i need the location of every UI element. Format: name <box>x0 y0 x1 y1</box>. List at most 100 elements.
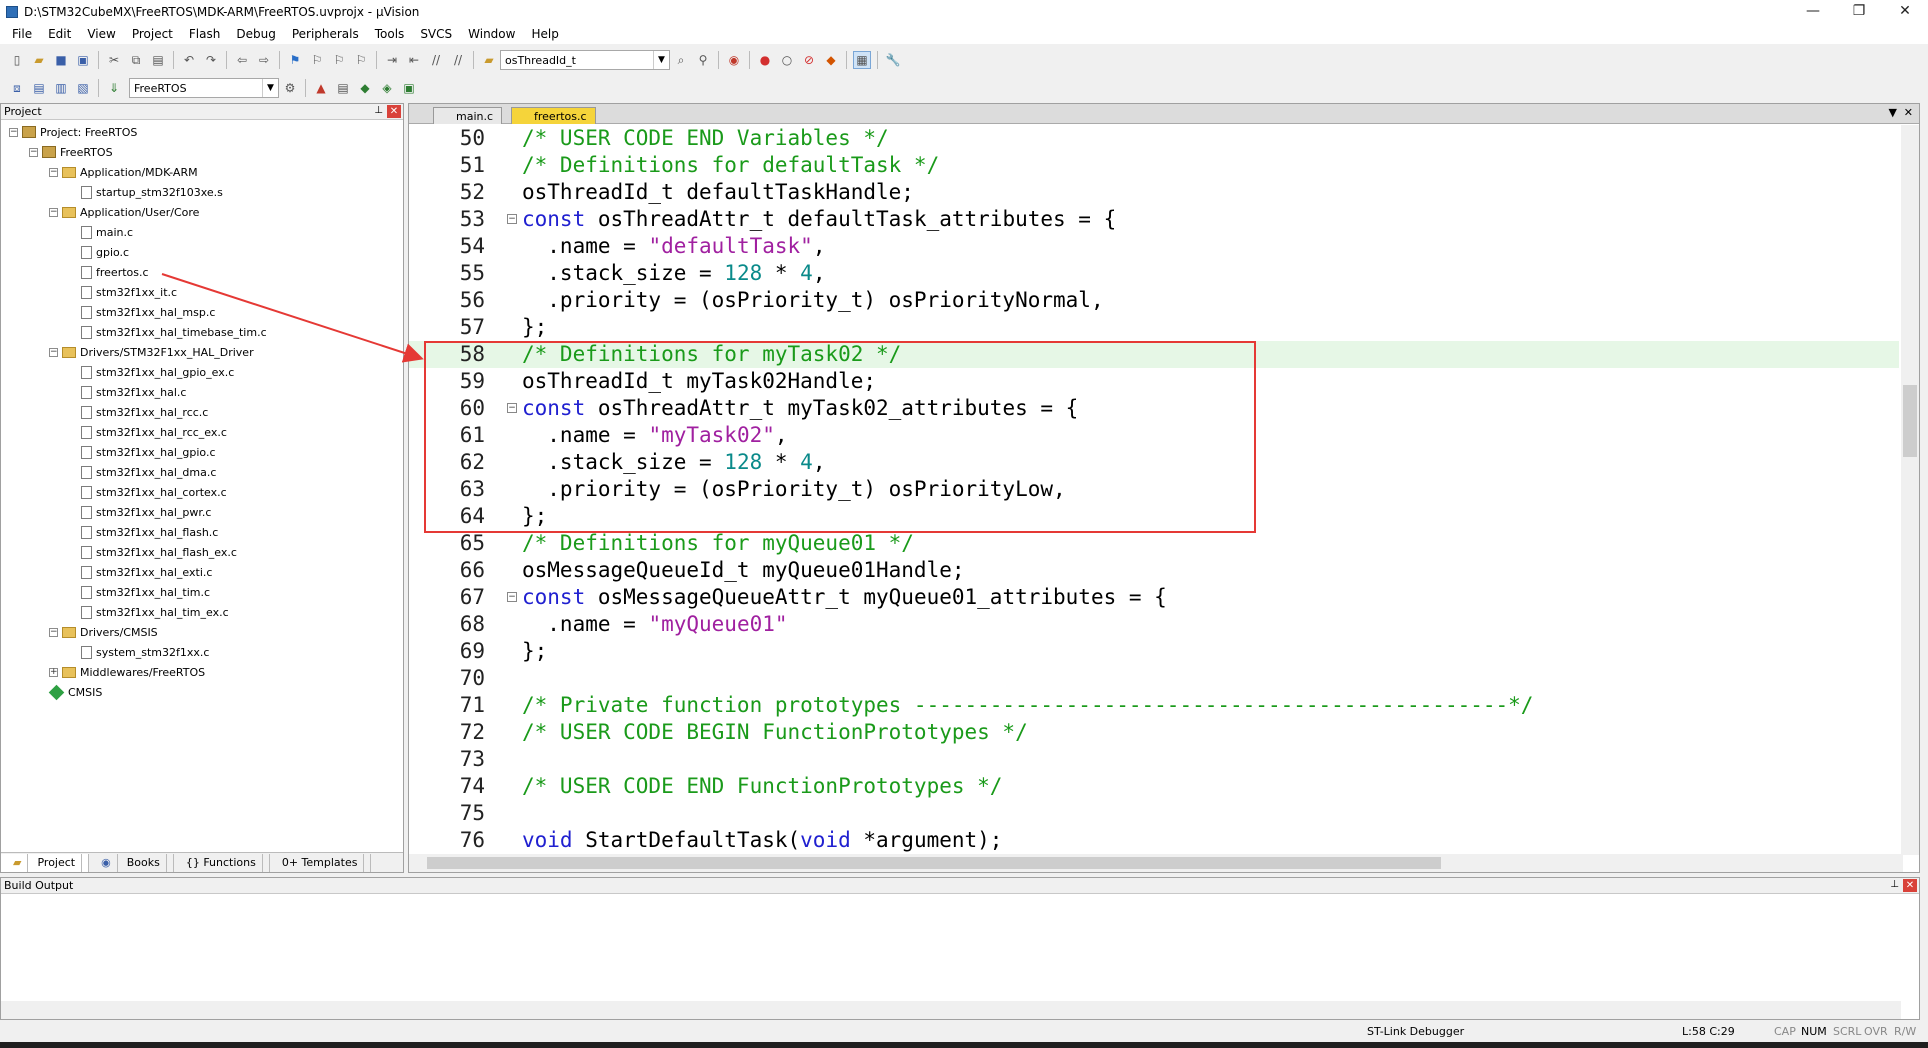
disable-breakpoint-icon[interactable]: ○ <box>778 51 796 69</box>
manage-components-icon[interactable]: ▲ <box>312 79 330 97</box>
tree-file-item[interactable]: stm32f1xx_hal_flash_ex.c <box>67 542 237 562</box>
menu-svcs[interactable]: SVCS <box>412 27 460 41</box>
bookmark-prev-icon[interactable]: ⚐ <box>308 51 326 69</box>
tree-file-item[interactable]: system_stm32f1xx.c <box>67 642 209 662</box>
tree-file-item[interactable]: stm32f1xx_hal_tim.c <box>67 582 210 602</box>
menu-peripherals[interactable]: Peripherals <box>284 27 367 41</box>
tree-folder-item[interactable]: − Drivers/CMSIS <box>49 622 158 642</box>
code-line[interactable]: 69}; <box>409 638 1899 665</box>
find-in-files-icon[interactable]: ▰ <box>480 51 498 69</box>
tab-templates[interactable]: 0+ Templates <box>270 853 372 872</box>
find-icon[interactable]: ⌕ <box>672 51 690 69</box>
copy-icon[interactable]: ⧉ <box>127 51 145 69</box>
scroll-thumb[interactable] <box>427 857 1441 869</box>
code-line[interactable]: 75 <box>409 800 1899 827</box>
code-line[interactable]: 58 /* Definitions for myTask02 */ <box>409 341 1899 368</box>
code-line[interactable]: 64}; <box>409 503 1899 530</box>
menu-debug[interactable]: Debug <box>228 27 283 41</box>
tree-folder-item[interactable]: CMSIS <box>48 682 102 702</box>
comment-icon[interactable]: // <box>427 51 445 69</box>
scroll-thumb[interactable] <box>1903 385 1917 457</box>
fold-icon[interactable]: − <box>507 592 517 602</box>
tree-file-item[interactable]: gpio.c <box>67 242 129 262</box>
code-line[interactable]: 61 .name = "myTask02", <box>409 422 1899 449</box>
code-line[interactable]: 56 .priority = (osPriority_t) osPriority… <box>409 287 1899 314</box>
tab-books[interactable]: ◉ Books <box>89 853 174 872</box>
expand-toggle-icon[interactable]: − <box>49 207 58 217</box>
horizontal-scrollbar[interactable] <box>1 1001 1901 1019</box>
batch-build-icon[interactable]: ▧ <box>74 79 92 97</box>
bookmark-next-icon[interactable]: ⚐ <box>330 51 348 69</box>
fold-icon[interactable]: − <box>507 403 517 413</box>
redo-icon[interactable]: ↷ <box>202 51 220 69</box>
chevron-down-icon[interactable]: ▼ <box>653 51 669 69</box>
menu-project[interactable]: Project <box>124 27 181 41</box>
paste-icon[interactable]: ▤ <box>149 51 167 69</box>
find-combo[interactable]: osThreadId_t ▼ <box>500 50 670 70</box>
save-all-icon[interactable]: ▣ <box>74 51 92 69</box>
tree-file-item[interactable]: stm32f1xx_hal_dma.c <box>67 462 216 482</box>
code-line[interactable]: 70 <box>409 665 1899 692</box>
tab-freertos-c[interactable]: freertos.c <box>511 107 596 124</box>
restore-button[interactable]: ❐ <box>1836 0 1882 24</box>
tree-folder-item[interactable]: − Application/MDK-ARM <box>49 162 198 182</box>
code-line[interactable]: 63 .priority = (osPriority_t) osPriority… <box>409 476 1899 503</box>
tab-project[interactable]: ▰ Project <box>1 853 90 872</box>
select-software-packs-icon[interactable]: ▣ <box>400 79 418 97</box>
tree-folder-item[interactable]: + Middlewares/FreeRTOS <box>49 662 205 682</box>
download-icon[interactable]: ⇓ <box>105 79 123 97</box>
menu-file[interactable]: File <box>4 27 40 41</box>
code-line[interactable]: 59 osThreadId_t myTask02Handle; <box>409 368 1899 395</box>
chevron-down-icon[interactable]: ▼ <box>262 79 278 97</box>
cut-icon[interactable]: ✂ <box>105 51 123 69</box>
run-time-env-icon[interactable]: ◆ <box>356 79 374 97</box>
code-line[interactable]: 50 /* USER CODE END Variables */ <box>409 125 1899 152</box>
save-icon[interactable]: ■ <box>52 51 70 69</box>
close-button[interactable]: ✕ <box>1882 0 1928 24</box>
code-line[interactable]: 55 .stack_size = 128 * 4, <box>409 260 1899 287</box>
tab-functions[interactable]: {} Functions <box>174 853 270 872</box>
nav-back-icon[interactable]: ⇦ <box>233 51 251 69</box>
open-folder-icon[interactable]: ▰ <box>30 51 48 69</box>
indent-icon[interactable]: ⇥ <box>383 51 401 69</box>
menu-tools[interactable]: Tools <box>367 27 413 41</box>
code-line[interactable]: 73 <box>409 746 1899 773</box>
target-combo[interactable]: FreeRTOS ▼ <box>129 78 279 98</box>
new-file-icon[interactable]: ▯ <box>8 51 26 69</box>
expand-toggle-icon[interactable]: + <box>49 667 58 677</box>
expand-toggle-icon[interactable]: − <box>9 127 18 137</box>
uncomment-icon[interactable]: // <box>449 51 467 69</box>
debug-session-icon[interactable]: ◉ <box>725 51 743 69</box>
tree-file-item[interactable]: stm32f1xx_hal.c <box>67 382 186 402</box>
menu-edit[interactable]: Edit <box>40 27 79 41</box>
tree-folder-item[interactable]: − Application/User/Core <box>49 202 199 222</box>
target-options-icon[interactable]: ⚙ <box>281 79 299 97</box>
vertical-scrollbar[interactable] <box>1901 125 1919 855</box>
expand-toggle-icon[interactable]: − <box>49 167 58 177</box>
code-view[interactable]: 50 /* USER CODE END Variables */ 51 /* Defi… <box>409 125 1899 853</box>
code-line[interactable]: 67 − const osMessageQueueAttr_t myQueue01_… <box>409 584 1899 611</box>
tree-file-item[interactable]: stm32f1xx_hal_pwr.c <box>67 502 211 522</box>
tree-file-item[interactable]: stm32f1xx_it.c <box>67 282 177 302</box>
tree-file-item[interactable]: stm32f1xx_hal_msp.c <box>67 302 215 322</box>
tree-file-item[interactable]: stm32f1xx_hal_rcc.c <box>67 402 208 422</box>
code-line[interactable]: 74 /* USER CODE END FunctionPrototypes */ <box>409 773 1899 800</box>
pin-icon[interactable]: ⊥ <box>374 105 383 116</box>
code-line[interactable]: 62 .stack_size = 128 * 4, <box>409 449 1899 476</box>
code-line[interactable]: 53 − const osThreadAttr_t defaultTask_attr… <box>409 206 1899 233</box>
code-line[interactable]: 68 .name = "myQueue01" <box>409 611 1899 638</box>
tree-folder-item[interactable]: − Project: FreeRTOS <box>9 122 137 142</box>
code-line[interactable]: 66 osMessageQueueId_t myQueue01Handle; <box>409 557 1899 584</box>
undo-icon[interactable]: ↶ <box>180 51 198 69</box>
tab-list-icon[interactable]: ▼ <box>1889 106 1897 119</box>
tree-file-item[interactable]: stm32f1xx_hal_rcc_ex.c <box>67 422 227 442</box>
tree-file-item[interactable]: startup_stm32f103xe.s <box>67 182 223 202</box>
tree-file-item[interactable]: stm32f1xx_hal_gpio.c <box>67 442 216 462</box>
kill-breakpoints-icon[interactable]: ⊘ <box>800 51 818 69</box>
tree-file-item[interactable]: stm32f1xx_hal_tim_ex.c <box>67 602 229 622</box>
tree-file-item[interactable]: stm32f1xx_hal_gpio_ex.c <box>67 362 234 382</box>
minimize-button[interactable]: — <box>1790 0 1836 24</box>
window-layout-icon[interactable]: ▦ <box>853 51 871 69</box>
bookmark-clear-icon[interactable]: ⚐ <box>352 51 370 69</box>
translate-icon[interactable]: ⧈ <box>8 79 26 97</box>
